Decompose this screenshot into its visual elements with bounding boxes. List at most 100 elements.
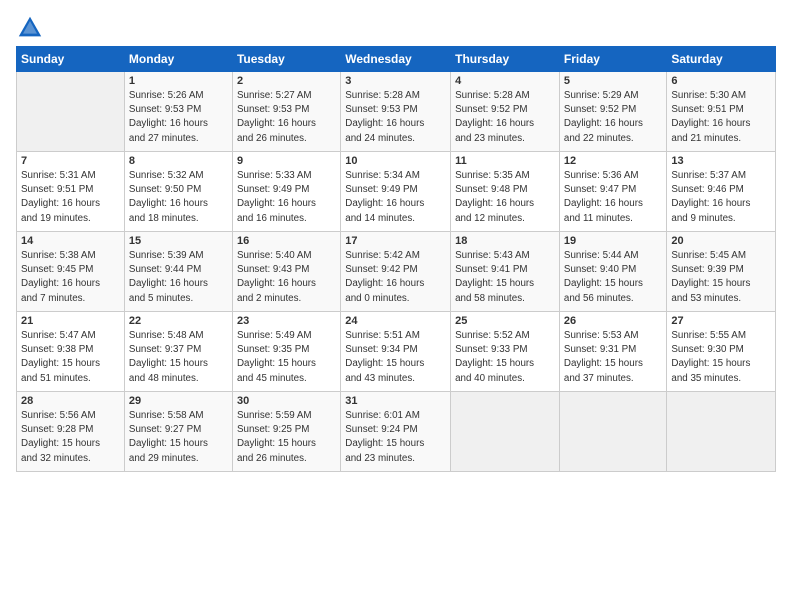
column-header-saturday: Saturday	[667, 47, 776, 72]
day-info: Sunrise: 6:01 AM Sunset: 9:24 PM Dayligh…	[345, 409, 446, 466]
day-number: 7	[21, 155, 120, 167]
day-number: 5	[564, 75, 662, 87]
day-info: Sunrise: 5:39 AM Sunset: 9:44 PM Dayligh…	[129, 249, 228, 306]
day-number: 4	[455, 75, 555, 87]
calendar-cell: 9 Sunrise: 5:33 AM Sunset: 9:49 PM Daylig…	[232, 152, 340, 232]
calendar-cell: 19Sunrise: 5:44 AM Sunset: 9:40 PM Dayli…	[559, 232, 666, 312]
column-header-tuesday: Tuesday	[232, 47, 340, 72]
calendar-cell: 21Sunrise: 5:47 AM Sunset: 9:38 PM Dayli…	[17, 312, 125, 392]
calendar-cell: 5 Sunrise: 5:29 AM Sunset: 9:52 PM Daylig…	[559, 72, 666, 152]
day-number: 30	[237, 395, 336, 407]
calendar-cell: 10 Sunrise: 5:34 AM Sunset: 9:49 PM Dayli…	[341, 152, 451, 232]
day-number: 18	[455, 235, 555, 247]
calendar-cell: 27 Sunrise: 5:55 AM Sunset: 9:30 PM Dayli…	[667, 312, 776, 392]
calendar-cell: 30 Sunrise: 5:59 AM Sunset: 9:25 PM Dayli…	[232, 392, 340, 472]
day-number: 13	[671, 155, 771, 167]
calendar-cell	[17, 72, 125, 152]
column-header-thursday: Thursday	[451, 47, 560, 72]
calendar-cell: 13 Sunrise: 5:37 AM Sunset: 9:46 PM Dayli…	[667, 152, 776, 232]
day-number: 27	[671, 315, 771, 327]
day-number: 12	[564, 155, 662, 167]
day-info: Sunrise: 5:37 AM Sunset: 9:46 PM Dayligh…	[671, 169, 771, 226]
day-info: Sunrise: 5:40 AM Sunset: 9:43 PM Dayligh…	[237, 249, 336, 306]
header-row: SundayMondayTuesdayWednesdayThursdayFrid…	[17, 47, 776, 72]
day-number: 10	[345, 155, 446, 167]
day-number: 14	[21, 235, 120, 247]
calendar-table: SundayMondayTuesdayWednesdayThursdayFrid…	[16, 46, 776, 472]
day-info: Sunrise: 5:28 AM Sunset: 9:52 PM Dayligh…	[455, 89, 555, 146]
calendar-cell: 25 Sunrise: 5:52 AM Sunset: 9:33 PM Dayli…	[451, 312, 560, 392]
day-info: Sunrise: 5:43 AM Sunset: 9:41 PM Dayligh…	[455, 249, 555, 306]
calendar-cell: 23Sunrise: 5:49 AM Sunset: 9:35 PM Dayli…	[232, 312, 340, 392]
day-info: Sunrise: 5:33 AM Sunset: 9:49 PM Dayligh…	[237, 169, 336, 226]
day-number: 16	[237, 235, 336, 247]
day-number: 28	[21, 395, 120, 407]
day-info: Sunrise: 5:53 AM Sunset: 9:31 PM Dayligh…	[564, 329, 662, 386]
header	[16, 10, 776, 42]
logo-icon	[16, 14, 44, 42]
day-info: Sunrise: 5:47 AM Sunset: 9:38 PM Dayligh…	[21, 329, 120, 386]
day-number: 15	[129, 235, 228, 247]
calendar-cell: 12 Sunrise: 5:36 AM Sunset: 9:47 PM Dayli…	[559, 152, 666, 232]
day-info: Sunrise: 5:32 AM Sunset: 9:50 PM Dayligh…	[129, 169, 228, 226]
day-number: 2	[237, 75, 336, 87]
day-info: Sunrise: 5:48 AM Sunset: 9:37 PM Dayligh…	[129, 329, 228, 386]
day-number: 19	[564, 235, 662, 247]
week-row-5: 28 Sunrise: 5:56 AM Sunset: 9:28 PM Dayli…	[17, 392, 776, 472]
day-number: 25	[455, 315, 555, 327]
day-number: 29	[129, 395, 228, 407]
day-number: 17	[345, 235, 446, 247]
day-number: 1	[129, 75, 228, 87]
column-header-friday: Friday	[559, 47, 666, 72]
day-number: 20	[671, 235, 771, 247]
day-number: 26	[564, 315, 662, 327]
day-info: Sunrise: 5:56 AM Sunset: 9:28 PM Dayligh…	[21, 409, 120, 466]
calendar-cell: 31 Sunrise: 6:01 AM Sunset: 9:24 PM Dayli…	[341, 392, 451, 472]
day-info: Sunrise: 5:26 AM Sunset: 9:53 PM Dayligh…	[129, 89, 228, 146]
day-info: Sunrise: 5:29 AM Sunset: 9:52 PM Dayligh…	[564, 89, 662, 146]
day-info: Sunrise: 5:31 AM Sunset: 9:51 PM Dayligh…	[21, 169, 120, 226]
day-number: 11	[455, 155, 555, 167]
calendar-cell: 26 Sunrise: 5:53 AM Sunset: 9:31 PM Dayli…	[559, 312, 666, 392]
day-info: Sunrise: 5:34 AM Sunset: 9:49 PM Dayligh…	[345, 169, 446, 226]
calendar-cell: 8 Sunrise: 5:32 AM Sunset: 9:50 PM Daylig…	[124, 152, 232, 232]
day-number: 31	[345, 395, 446, 407]
page: SundayMondayTuesdayWednesdayThursdayFrid…	[0, 0, 792, 612]
calendar-cell: 11Sunrise: 5:35 AM Sunset: 9:48 PM Dayli…	[451, 152, 560, 232]
day-info: Sunrise: 5:28 AM Sunset: 9:53 PM Dayligh…	[345, 89, 446, 146]
calendar-cell: 22Sunrise: 5:48 AM Sunset: 9:37 PM Dayli…	[124, 312, 232, 392]
day-number: 23	[237, 315, 336, 327]
column-header-monday: Monday	[124, 47, 232, 72]
calendar-cell	[451, 392, 560, 472]
day-number: 9	[237, 155, 336, 167]
day-info: Sunrise: 5:36 AM Sunset: 9:47 PM Dayligh…	[564, 169, 662, 226]
day-info: Sunrise: 5:51 AM Sunset: 9:34 PM Dayligh…	[345, 329, 446, 386]
calendar-cell: 16 Sunrise: 5:40 AM Sunset: 9:43 PM Dayli…	[232, 232, 340, 312]
logo	[16, 14, 46, 42]
day-info: Sunrise: 5:42 AM Sunset: 9:42 PM Dayligh…	[345, 249, 446, 306]
calendar-cell: 15 Sunrise: 5:39 AM Sunset: 9:44 PM Dayli…	[124, 232, 232, 312]
day-info: Sunrise: 5:59 AM Sunset: 9:25 PM Dayligh…	[237, 409, 336, 466]
calendar-cell: 20 Sunrise: 5:45 AM Sunset: 9:39 PM Dayli…	[667, 232, 776, 312]
calendar-cell	[559, 392, 666, 472]
column-header-wednesday: Wednesday	[341, 47, 451, 72]
day-info: Sunrise: 5:30 AM Sunset: 9:51 PM Dayligh…	[671, 89, 771, 146]
day-info: Sunrise: 5:55 AM Sunset: 9:30 PM Dayligh…	[671, 329, 771, 386]
calendar-header: SundayMondayTuesdayWednesdayThursdayFrid…	[17, 47, 776, 72]
week-row-3: 14Sunrise: 5:38 AM Sunset: 9:45 PM Dayli…	[17, 232, 776, 312]
week-row-4: 21Sunrise: 5:47 AM Sunset: 9:38 PM Dayli…	[17, 312, 776, 392]
calendar-cell: 29 Sunrise: 5:58 AM Sunset: 9:27 PM Dayli…	[124, 392, 232, 472]
day-info: Sunrise: 5:45 AM Sunset: 9:39 PM Dayligh…	[671, 249, 771, 306]
calendar-cell: 4 Sunrise: 5:28 AM Sunset: 9:52 PM Daylig…	[451, 72, 560, 152]
calendar-cell: 1 Sunrise: 5:26 AM Sunset: 9:53 PM Daylig…	[124, 72, 232, 152]
calendar-cell: 17 Sunrise: 5:42 AM Sunset: 9:42 PM Dayli…	[341, 232, 451, 312]
day-number: 6	[671, 75, 771, 87]
calendar-body: 1 Sunrise: 5:26 AM Sunset: 9:53 PM Daylig…	[17, 72, 776, 472]
week-row-1: 1 Sunrise: 5:26 AM Sunset: 9:53 PM Daylig…	[17, 72, 776, 152]
column-header-sunday: Sunday	[17, 47, 125, 72]
day-info: Sunrise: 5:58 AM Sunset: 9:27 PM Dayligh…	[129, 409, 228, 466]
calendar-cell: 6 Sunrise: 5:30 AM Sunset: 9:51 PM Daylig…	[667, 72, 776, 152]
day-info: Sunrise: 5:52 AM Sunset: 9:33 PM Dayligh…	[455, 329, 555, 386]
day-number: 8	[129, 155, 228, 167]
week-row-2: 7 Sunrise: 5:31 AM Sunset: 9:51 PM Daylig…	[17, 152, 776, 232]
